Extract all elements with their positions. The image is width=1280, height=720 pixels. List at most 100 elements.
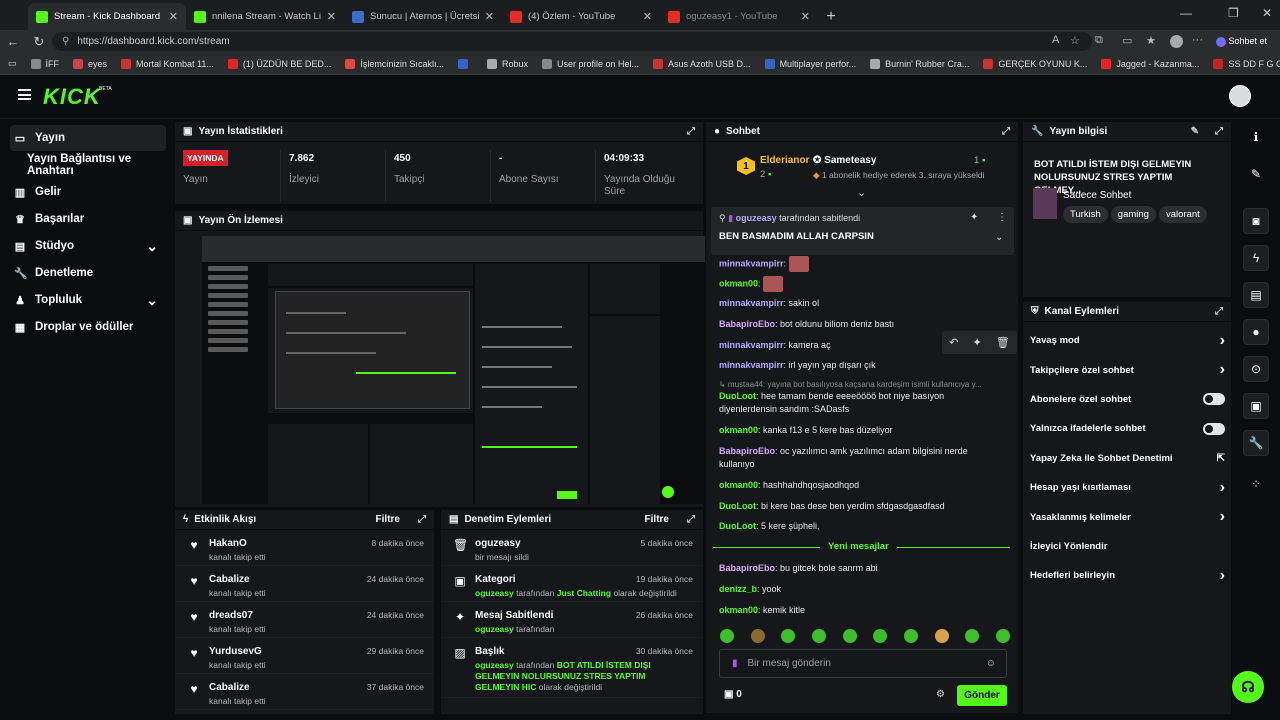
browser-tab[interactable]: Sunucu | Aternos | Ücretsiz Minec ✕	[344, 3, 502, 30]
chat-username[interactable]: DuoLoot	[719, 501, 756, 511]
delete-icon[interactable]: 🗑	[996, 336, 1010, 349]
activity-item[interactable]: ♥ dreads07 kanalı takip etti 24 dakika önce	[175, 602, 434, 638]
bookmark-item[interactable]: Asus Azoth USB D...	[653, 58, 751, 69]
sidebar-item-6[interactable]: 🔧 Denetleme	[10, 260, 166, 286]
emoji-icon[interactable]: ☺	[986, 658, 996, 669]
activity-user[interactable]: HakanO	[209, 538, 266, 549]
chat-message[interactable]: BabapiroEbo: bot oldunu biliom deniz bas…	[719, 318, 1004, 331]
chat-username[interactable]: minnakvampirr	[719, 258, 784, 268]
back-icon[interactable]: ←	[0, 34, 26, 49]
emote-icon[interactable]	[995, 629, 1010, 643]
stream-preview-video[interactable]	[202, 236, 705, 504]
popout-icon[interactable]: ⤢	[687, 514, 695, 525]
copilot-button[interactable]: Sohbet et	[1216, 36, 1267, 47]
activity-user[interactable]: dreads07	[209, 610, 266, 621]
channel-action-item[interactable]: Hedefleri belirleyin ›	[1023, 561, 1231, 590]
chat-message[interactable]: minnakvampirr: irl yayın yap dışarı çık	[719, 359, 1004, 372]
chat-input[interactable]: ▮ Bir mesaj gönderin ☺	[719, 649, 1007, 678]
popout-icon[interactable]: ⤢	[418, 514, 426, 525]
close-tab-icon[interactable]: ✕	[169, 10, 178, 23]
close-tab-icon[interactable]: ✕	[801, 10, 810, 23]
sidebar-item-8[interactable]: ▦ Droplar ve ödüller	[10, 314, 166, 340]
pinned-menu-icon[interactable]: ⋮	[997, 212, 1007, 223]
apps-icon[interactable]: ▭	[8, 58, 17, 69]
channel-action-item[interactable]: İzleyici Yönlendir	[1023, 532, 1231, 561]
emote-icon[interactable]	[781, 629, 796, 643]
bookmark-item[interactable]: GERÇEK OYUNU K...	[983, 58, 1087, 69]
emote-icon[interactable]	[720, 629, 734, 643]
channel-action-item[interactable]: Yavaş mod ›	[1023, 326, 1231, 355]
bookmark-item[interactable]: eyes	[73, 58, 107, 69]
kick-logo[interactable]: KICK	[43, 84, 101, 110]
browser-tab[interactable]: nnilena Stream - Watch Live on Ki ✕	[186, 3, 344, 30]
new-tab-button[interactable]: +	[818, 3, 844, 30]
toggle-switch[interactable]	[1203, 422, 1225, 435]
wrench-icon[interactable]: 🔧	[1243, 430, 1269, 456]
mod-action-item[interactable]: ▨ Başlık oguzeasy tarafından BOT ATILDI İS…	[441, 638, 703, 698]
sidebar-item-5[interactable]: ▤ Stüdyo ⌄	[10, 233, 166, 259]
bookmark-item[interactable]: (1) ÜZDÜN BE DED...	[227, 58, 331, 69]
emote-icon[interactable]	[934, 629, 949, 643]
channel-action-item[interactable]: Abonelere özel sohbet	[1023, 385, 1231, 414]
menu-icon[interactable]	[18, 89, 31, 100]
bookmark-item[interactable]: Mortal Kombat 11...	[121, 58, 214, 69]
chat-message[interactable]: minnakvampirr: sakin ol	[719, 297, 1004, 310]
chat-username[interactable]: DuoLoot	[719, 521, 756, 531]
expand-chevron-icon[interactable]: ⌄	[857, 186, 866, 199]
chat-username[interactable]: BabapiroEbo	[719, 446, 775, 456]
chat-username[interactable]: minnakvampirr	[719, 298, 784, 308]
more-icon[interactable]: ···	[1192, 34, 1203, 46]
close-window-icon[interactable]: ✕	[1262, 6, 1272, 20]
popout-icon[interactable]: ⤢	[1215, 306, 1223, 317]
emote-icon[interactable]	[811, 629, 826, 643]
bookmark-item[interactable]: Jagged - Kazanma...	[1101, 58, 1199, 69]
bookmark-item[interactable]	[457, 58, 473, 69]
chat-username[interactable]: okman00	[719, 605, 758, 615]
edit-icon[interactable]: ✎	[1191, 126, 1199, 137]
camera-icon[interactable]: ◙	[1243, 208, 1269, 234]
chat-icon[interactable]: ●	[1243, 319, 1269, 345]
chat-username[interactable]: minnakvampirr	[719, 340, 784, 350]
chat-message[interactable]: okman00: hashhahdhqosjaodhqod	[719, 479, 1004, 492]
sidebar-item-2[interactable]: Yayın Bağlantısı ve Anahtarı	[10, 152, 166, 178]
profile-avatar[interactable]	[1170, 35, 1183, 48]
tag-chip[interactable]: Turkish	[1063, 206, 1108, 223]
bookmark-item[interactable]: Multiplayer perfor...	[764, 58, 856, 69]
chat-message[interactable]: minnakvampirr:	[719, 256, 1004, 272]
chat-message[interactable]: okman00: kemik kitle	[719, 604, 1004, 617]
site-info-icon[interactable]: ⚲	[62, 36, 69, 47]
pin-message-icon[interactable]: ✦	[973, 336, 982, 349]
modlog-filter-button[interactable]: Filtre	[645, 514, 669, 525]
reply-icon[interactable]: ↶	[949, 336, 958, 349]
chat-message[interactable]: BabapiroEbo: bu gitcek bole sanrm abi	[719, 562, 1004, 575]
emote-icon[interactable]	[750, 629, 765, 643]
channel-action-item[interactable]: Yalnızca ifadelerle sohbet	[1023, 414, 1231, 443]
emote-icon[interactable]	[873, 629, 888, 643]
activity-user[interactable]: Cabalize	[209, 574, 266, 585]
channel-action-item[interactable]: Yasaklanmış kelimeler ›	[1023, 502, 1231, 531]
bolt-icon[interactable]: ϟ	[1243, 245, 1269, 271]
top-gifter-name[interactable]: Elderianor	[760, 155, 809, 166]
activity-user[interactable]: YurdusevG	[209, 646, 266, 657]
mod-action-item[interactable]: 🗑 oguzeasy bir mesajı sildi 5 dakika önce	[441, 530, 703, 566]
emote-icon[interactable]	[903, 629, 918, 643]
bookmark-item[interactable]: User profile on Hel...	[541, 58, 639, 69]
chat-username[interactable]: minnakvampirr	[719, 360, 784, 370]
user-avatar[interactable]	[1229, 85, 1251, 107]
pinned-by-user[interactable]: oguzeasy	[736, 213, 777, 223]
channel-action-item[interactable]: Takipçilere özel sohbet ›	[1023, 355, 1231, 384]
mod-user[interactable]: oguzeasy	[475, 588, 514, 598]
chat-username[interactable]: BabapiroEbo	[719, 319, 775, 329]
chat-message[interactable]: okman00:	[719, 276, 1004, 292]
id-card-icon[interactable]: ▣	[1243, 393, 1269, 419]
activity-item[interactable]: ♥ HakanO kanalı takip etti 8 dakika önce	[175, 530, 434, 566]
broadcast-icon[interactable]: ⊙	[1243, 356, 1269, 382]
chat-message[interactable]: okman00: kanka f13 e 5 kere bas düzeliyo…	[719, 424, 1004, 437]
channel-points[interactable]: ▣ 0	[724, 689, 742, 700]
activity-item[interactable]: ♥ Cabalize kanalı takip etti 24 dakika önce	[175, 566, 434, 602]
activity-item[interactable]: ♥ YurdusevG kanalı takip etti 29 dakika önc…	[175, 638, 434, 674]
chat-settings-icon[interactable]: ⚙	[936, 689, 945, 700]
mod-user[interactable]: oguzeasy	[475, 660, 514, 670]
activity-user[interactable]: Cabalize	[209, 682, 266, 693]
browser-tab[interactable]: (4) Özlem - YouTube ✕	[502, 3, 660, 30]
